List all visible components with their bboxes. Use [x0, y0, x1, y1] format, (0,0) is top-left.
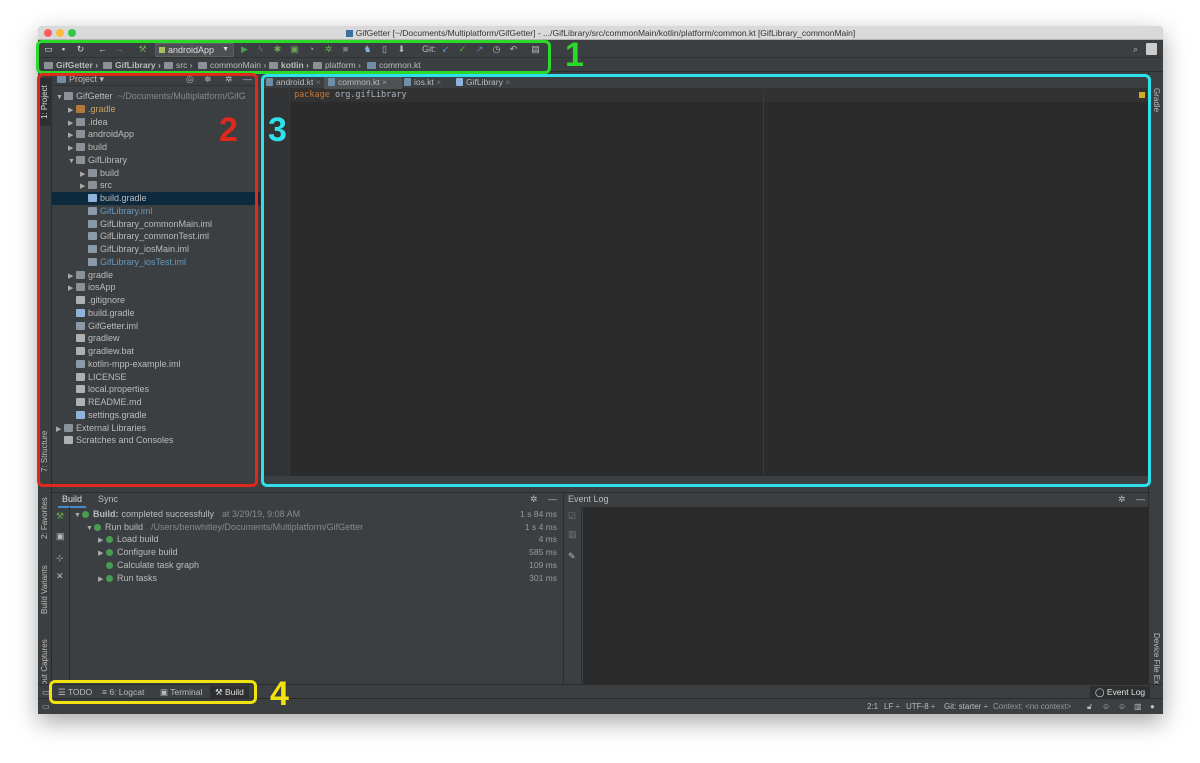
annotation-number-2: 2 — [219, 111, 238, 149]
lock-icon[interactable]: 🔓︎ — [1087, 701, 1092, 713]
window-title: GifGetter [~/Documents/Multiplatform/Gif… — [355, 28, 856, 38]
minimize-window-button[interactable] — [56, 29, 64, 37]
success-check-icon — [106, 574, 113, 582]
success-check-icon — [106, 549, 113, 557]
event-log-side-toolbar: ☑ ▥ ✎ — [564, 507, 582, 687]
build-step-label: Build: — [93, 509, 119, 519]
build-tree-row[interactable]: ▼ Build: completed successfully at 3/29/19,… — [72, 508, 563, 521]
trash-icon[interactable]: ▥ — [1134, 701, 1142, 713]
toggle-view-icon[interactable]: ▣ — [56, 531, 65, 542]
build-step-duration: 301 ms — [529, 572, 557, 583]
build-tree-row[interactable]: ▶ Run tasks 301 ms — [72, 572, 563, 585]
build-step-label: Run build — [105, 521, 144, 532]
tab-sync[interactable]: Sync — [94, 493, 122, 506]
event-log-window: Event Log ✲ — ☑ ▥ ✎ — [563, 492, 1149, 687]
success-check-icon — [94, 523, 101, 531]
event-log-tool-button[interactable]: ◯ Event Log — [1090, 686, 1151, 698]
success-check-icon — [106, 561, 113, 569]
memory-indicator-icon[interactable]: ● — [1150, 701, 1155, 713]
pin-icon[interactable]: ⊹ — [56, 553, 64, 564]
build-step-label: Run tasks — [117, 572, 158, 583]
build-variants-tool-tab[interactable]: Build Variants — [38, 558, 52, 622]
build-tree-row[interactable]: ▼ Run build/Users/benwhitley/Documents/Mu… — [72, 521, 563, 534]
encoding-select[interactable]: UTF-8 ÷ — [906, 701, 935, 713]
build-panel-header: Build Sync ✲ — — [52, 493, 563, 508]
delete-icon[interactable]: ▥ — [568, 529, 577, 540]
build-step-duration: 1 s 4 ms — [524, 521, 557, 532]
annotation-number-3: 3 — [268, 111, 287, 149]
build-tree-row[interactable]: ▶ Load build 4 ms — [72, 533, 563, 546]
mark-read-icon[interactable]: ☑ — [568, 511, 576, 522]
inspector-face-icon[interactable]: ☺ — [1102, 701, 1110, 713]
title-bar: GifGetter [~/Documents/Multiplatform/Gif… — [38, 26, 1163, 40]
hector-face-icon[interactable]: ☺ — [1118, 701, 1126, 713]
tab-build[interactable]: Build — [58, 493, 87, 508]
highlight-box-toolbar — [36, 40, 551, 74]
build-status-detail: completed successfully — [121, 509, 215, 519]
close-window-button[interactable] — [44, 29, 52, 37]
annotation-number-1: 1 — [565, 36, 584, 74]
chevron-right-icon[interactable]: ▶ — [98, 574, 106, 587]
event-log-content — [583, 507, 1149, 687]
close-icon[interactable]: ✕ — [56, 571, 64, 582]
highlight-box-editor — [261, 74, 1151, 487]
build-step-label: Configure build — [117, 547, 178, 558]
context-indicator[interactable]: Context: <no context> — [993, 701, 1071, 713]
hammer-build-icon[interactable]: ⚒ — [56, 511, 64, 522]
success-check-icon — [82, 511, 89, 518]
build-step-info: at 3/29/19, 9:08 AM — [222, 509, 301, 519]
git-branch-select[interactable]: Git: starter ÷ — [944, 701, 988, 713]
build-tree-row[interactable]: ▶ Configure build 585 ms — [72, 546, 563, 559]
app-icon — [345, 30, 353, 37]
avatar[interactable] — [1146, 43, 1157, 55]
build-tree-row[interactable]: Calculate task graph 109 ms — [72, 559, 563, 572]
wrench-icon[interactable]: ✎ — [568, 551, 576, 562]
hide-panel-icon[interactable]: — — [548, 493, 557, 506]
gradle-tool-tab[interactable]: Gradle — [1149, 80, 1163, 120]
success-check-icon — [106, 536, 113, 544]
event-log-icon: ◯ — [1095, 687, 1107, 697]
build-step-label: Calculate task graph — [117, 559, 200, 570]
build-step-duration: 4 ms — [538, 534, 557, 545]
favorites-tool-tab[interactable]: 2: Favorites — [38, 490, 52, 546]
zoom-window-button[interactable] — [68, 29, 76, 37]
build-step-label: Load build — [117, 534, 159, 545]
build-tool-window: Build Sync ✲ — ⚒ ▣ ⊹ ✕ ▼ Build: completed … — [52, 492, 563, 687]
build-output-tree: ▼ Build: completed successfully at 3/29/19,… — [72, 507, 563, 687]
event-log-title: Event Log — [568, 494, 609, 504]
annotation-number-4: 4 — [270, 675, 289, 713]
caret-position[interactable]: 2:1 — [867, 701, 878, 713]
build-step-duration: 109 ms — [529, 559, 557, 570]
build-step-duration: 1 s 84 ms — [520, 509, 557, 519]
gear-icon[interactable]: ✲ — [1118, 493, 1126, 506]
gear-icon[interactable]: ✲ — [530, 493, 538, 506]
build-side-toolbar: ⚒ ▣ ⊹ ✕ — [52, 507, 70, 687]
hide-panel-icon[interactable]: — — [1136, 493, 1145, 506]
highlight-box-tool-buttons — [49, 680, 257, 704]
toggle-tool-windows-icon[interactable]: ▭ — [42, 701, 50, 713]
build-step-info: /Users/benwhitley/Documents/Multiplatfor… — [151, 521, 364, 532]
search-icon[interactable]: ⌕ — [1130, 43, 1141, 55]
build-step-duration: 585 ms — [529, 547, 557, 558]
line-separator-select[interactable]: LF ÷ — [884, 701, 900, 713]
